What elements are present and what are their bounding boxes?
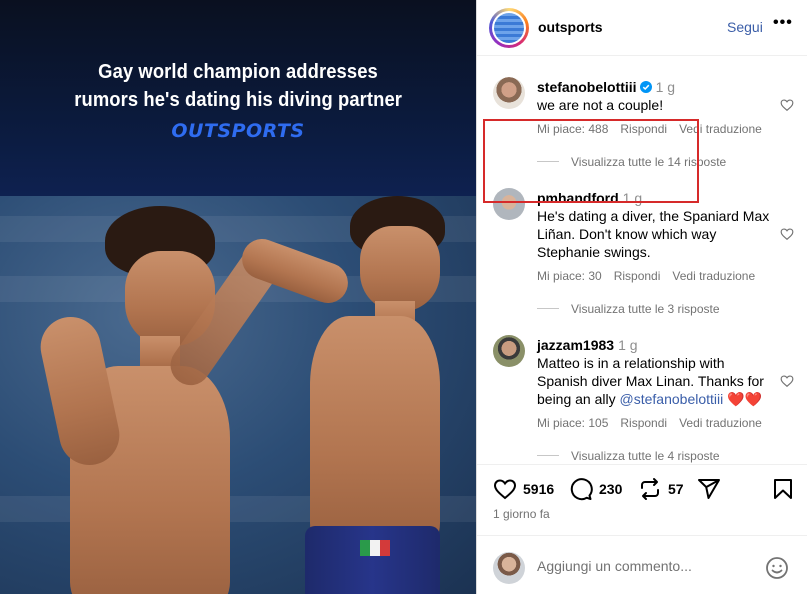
view-replies-label: Visualizza tutte le 3 risposte bbox=[571, 302, 720, 316]
comment-time: 1 g bbox=[655, 79, 676, 95]
divers-photo bbox=[0, 196, 476, 594]
share-icon[interactable] bbox=[697, 477, 721, 501]
save-action[interactable] bbox=[771, 477, 795, 501]
share-action[interactable] bbox=[697, 477, 721, 501]
comment-input[interactable] bbox=[537, 558, 757, 574]
view-replies[interactable]: Visualizza tutte le 4 risposte bbox=[537, 449, 720, 463]
comment-header: stefanobelottiii 1 g bbox=[537, 79, 675, 95]
like-action[interactable]: 5916 bbox=[493, 477, 554, 501]
comments-count: 230 bbox=[599, 481, 623, 497]
heart-icon[interactable] bbox=[493, 477, 517, 501]
diver-right bbox=[236, 196, 476, 594]
follow-button[interactable]: Segui bbox=[727, 19, 763, 35]
view-replies[interactable]: Visualizza tutte le 3 risposte bbox=[537, 302, 720, 316]
repost-icon[interactable] bbox=[638, 477, 662, 501]
owner-avatar[interactable] bbox=[489, 8, 529, 48]
verified-badge-icon bbox=[639, 81, 652, 93]
comment-username[interactable]: jazzam1983 bbox=[537, 337, 614, 353]
highlight-box bbox=[483, 119, 699, 203]
reply-button[interactable]: Rispondi bbox=[620, 416, 667, 430]
reply-button[interactable]: Rispondi bbox=[614, 269, 661, 283]
translate-button[interactable]: Vedi traduzione bbox=[672, 269, 755, 283]
comment-meta: Mi piace: 30 Rispondi Vedi traduzione bbox=[537, 269, 767, 283]
comment-time: 1 g bbox=[618, 337, 638, 353]
comment-likes[interactable]: Mi piace: 105 bbox=[537, 416, 608, 430]
heart-icon[interactable] bbox=[780, 227, 794, 241]
comment-avatar[interactable] bbox=[493, 335, 525, 367]
post-header: outsports Segui ••• bbox=[477, 0, 807, 56]
comment-header: jazzam1983 1 g bbox=[537, 337, 638, 353]
comment-text: He's dating a diver, the Spaniard Max Li… bbox=[537, 208, 770, 260]
owner-username[interactable]: outsports bbox=[538, 19, 603, 35]
media-headline-line1: Gay world champion addresses bbox=[98, 61, 378, 83]
post-timestamp: 1 giorno fa bbox=[493, 507, 550, 521]
add-comment-bar bbox=[477, 535, 807, 594]
comment-meta: Mi piace: 105 Rispondi Vedi traduzione bbox=[537, 416, 774, 430]
likes-count: 5916 bbox=[523, 481, 555, 497]
comment-text: we are not a couple! bbox=[537, 97, 664, 113]
translate-button[interactable]: Vedi traduzione bbox=[679, 416, 762, 430]
diver-left bbox=[35, 196, 288, 594]
comments-panel: outsports Segui ••• stefanobelottiii 1 g … bbox=[476, 0, 807, 594]
comment-likes[interactable]: Mi piace: 30 bbox=[537, 269, 602, 283]
current-user-avatar bbox=[493, 552, 525, 584]
heart-icon[interactable] bbox=[780, 98, 794, 112]
reposts-count: 57 bbox=[668, 481, 684, 497]
outsports-logo: OUTSPORTS bbox=[171, 120, 305, 142]
comments-list[interactable]: stefanobelottiii 1 g we are not a couple!… bbox=[477, 57, 807, 463]
emoji-icon[interactable] bbox=[765, 556, 789, 580]
post-actions: 5916 230 57 1 giorno fa bbox=[477, 464, 807, 584]
media-headline-area: Gay world champion addresses rumors he's… bbox=[0, 0, 476, 196]
bookmark-icon[interactable] bbox=[771, 477, 795, 501]
media-headline-line2: rumors he's dating his diving partner bbox=[74, 89, 402, 111]
comment-icon[interactable] bbox=[569, 477, 593, 501]
comment-action[interactable]: 230 bbox=[569, 477, 622, 501]
mention-link[interactable]: @stefanobelottiii bbox=[620, 391, 724, 407]
comment-avatar[interactable] bbox=[493, 77, 525, 109]
comment-text-emoji: ❤️❤️ bbox=[723, 391, 762, 407]
more-options-icon[interactable]: ••• bbox=[773, 14, 793, 32]
heart-icon[interactable] bbox=[780, 374, 794, 388]
italy-flag-stripe bbox=[360, 540, 390, 556]
comment-username[interactable]: stefanobelottiii bbox=[537, 79, 637, 95]
comment-text: Matteo is in a relationship with Spanish… bbox=[537, 354, 777, 408]
post-media[interactable]: Gay world champion addresses rumors he's… bbox=[0, 0, 476, 594]
repost-action[interactable]: 57 bbox=[638, 477, 684, 501]
view-replies-label: Visualizza tutte le 4 risposte bbox=[571, 449, 720, 463]
